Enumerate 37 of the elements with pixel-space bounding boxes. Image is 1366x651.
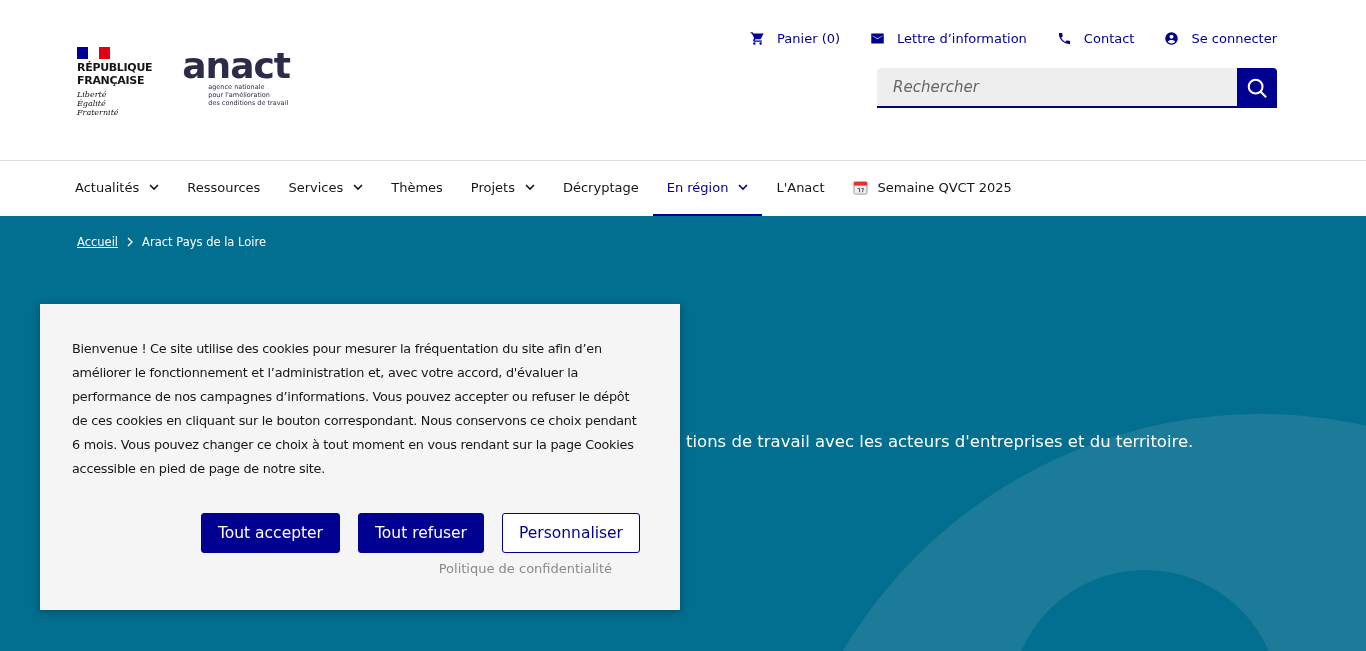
chevron-down-icon — [524, 184, 535, 191]
search-field[interactable]: Rechercher — [877, 68, 1237, 108]
header-link[interactable]: Panier (0) — [750, 31, 841, 46]
nav-tab[interactable]: Projets — [456, 161, 549, 216]
logo-wordmark: anact — [182, 51, 291, 81]
nav-tab[interactable]: Ressources — [173, 161, 275, 216]
hero-text: tions de travail avec les acteurs d'entreprises et du territoire. — [686, 432, 1195, 451]
search-button[interactable] — [1237, 68, 1277, 108]
republique-motto: Liberté Égalité Fraternité — [77, 90, 120, 117]
header-link[interactable]: Lettre d’information — [870, 31, 1027, 46]
header-link[interactable]: Contact — [1056, 31, 1135, 46]
chevron-right-icon — [127, 237, 134, 247]
breadcrumb-link[interactable]: Accueil — [77, 235, 119, 249]
search-icon — [1246, 77, 1268, 99]
nav-tab[interactable]: Actualités — [61, 161, 174, 216]
account-icon — [1164, 31, 1180, 46]
nav-tab[interactable]: Décryptage — [548, 161, 653, 216]
phone-icon — [1056, 31, 1072, 46]
cart-icon — [750, 31, 766, 46]
chevron-down-icon — [353, 184, 364, 191]
cookie-button[interactable]: Tout refuser — [358, 513, 484, 553]
cookie-message: Bienvenue ! Ce site utilise des cookies pour mesurer la fréquentation du site afin d’en améliorer le fonctionnement et l’administration et, avec votre accord, d'évaluer la performance de nos campagnes d’informations. Vous pouvez accepter ou refuser le dépôt de ces cookies en cliquant sur le bouton correspondant. Nous conservons ce choix pendant 6 mois. Vous pouvez changer ce choix à tout moment en vous rendant sur la page Cookies accessible en pied de page de notre site. — [72, 340, 638, 478]
breadcrumb-current: Aract Pays de la Loire — [142, 235, 267, 249]
calendar-icon — [852, 180, 868, 195]
cookie-button[interactable]: Personnaliser — [502, 513, 640, 553]
republique-francaise-logo[interactable]: RÉPUBLIQUE FRANÇAISE Liberté Égalité Fraternité — [77, 47, 153, 117]
mail-icon — [870, 31, 886, 46]
flag-icon — [77, 47, 110, 59]
nav-tab[interactable]: Semaine QVCT 2025 — [838, 161, 1026, 216]
republique-name: RÉPUBLIQUE FRANÇAISE — [77, 61, 153, 87]
header-link[interactable]: Se connecter — [1164, 31, 1277, 46]
cookie-button[interactable]: Tout accepter — [200, 513, 340, 553]
chevron-down-icon — [738, 184, 749, 191]
chevron-down-icon — [149, 184, 160, 191]
nav-tab[interactable]: Thèmes — [377, 161, 457, 216]
nav-tab[interactable]: L'Anact — [762, 161, 839, 216]
nav-tab[interactable]: Services — [274, 161, 378, 216]
